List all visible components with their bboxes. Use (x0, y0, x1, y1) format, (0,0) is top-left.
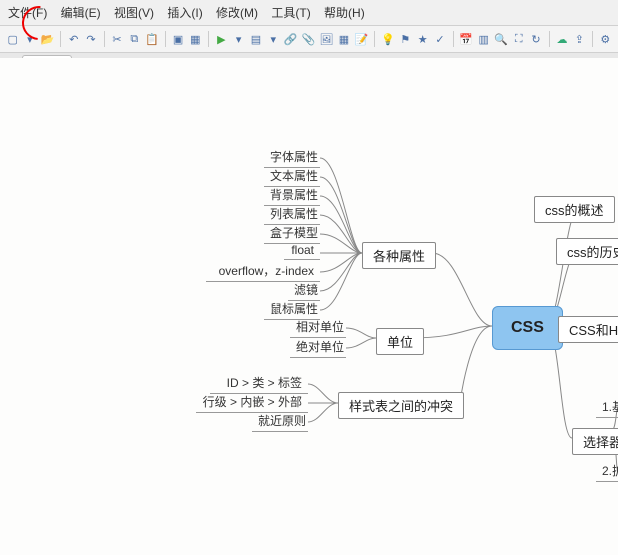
zoom-icon[interactable]: 🔍 (494, 30, 508, 48)
share-icon[interactable]: ⇪ (573, 30, 586, 48)
cut-icon[interactable]: ✂ (110, 30, 123, 48)
node-css-and-h[interactable]: CSS和H (558, 316, 618, 343)
separator (60, 31, 61, 47)
menu-edit[interactable]: 编辑(E) (61, 6, 101, 20)
calendar-icon[interactable]: 📅 (459, 30, 473, 48)
table-icon[interactable]: ▦ (337, 30, 350, 48)
node-conflict[interactable]: 样式表之间的冲突 (338, 392, 464, 419)
play-icon[interactable]: ▶ (215, 30, 228, 48)
separator (453, 31, 454, 47)
settings-icon[interactable]: ⚙ (599, 30, 612, 48)
mindmap-canvas[interactable]: CSS css的概述 css的历史 CSS和H 选择器 1.基本 2.扩展 各种… (0, 58, 618, 555)
paste-icon[interactable]: 📋 (145, 30, 159, 48)
separator (549, 31, 550, 47)
refresh-icon[interactable]: ↻ (529, 30, 542, 48)
separator (592, 31, 593, 47)
node-icon[interactable]: ▣ (171, 30, 184, 48)
node-selector[interactable]: 选择器 (572, 428, 618, 455)
separator (374, 31, 375, 47)
menu-modify[interactable]: 修改(M) (216, 6, 258, 20)
node-overview[interactable]: css的概述 (534, 196, 615, 223)
attach-icon[interactable]: 📎 (302, 30, 316, 48)
redo-icon[interactable]: ↷ (84, 30, 97, 48)
bulb-icon[interactable]: 💡 (381, 30, 395, 48)
open-icon[interactable]: 📂 (41, 30, 55, 48)
fit-icon[interactable]: ⛶ (512, 30, 525, 48)
new-file-icon[interactable]: ▢ (6, 30, 19, 48)
undo-icon[interactable]: ↶ (67, 30, 80, 48)
cloud-icon[interactable]: ☁ (555, 30, 568, 48)
menu-bar: 文件(F) 编辑(E) 视图(V) 插入(I) 修改(M) 工具(T) 帮助(H… (0, 0, 618, 26)
leaf-float[interactable]: float (284, 241, 320, 260)
flag-icon[interactable]: ⚑ (399, 30, 412, 48)
dropdown-icon[interactable]: ▾ (23, 30, 36, 48)
menu-tools[interactable]: 工具(T) (271, 6, 310, 20)
menu-help[interactable]: 帮助(H) (324, 6, 365, 20)
separator (104, 31, 105, 47)
node-attributes[interactable]: 各种属性 (362, 242, 436, 269)
layout-icon[interactable]: ▥ (477, 30, 490, 48)
dropdown-icon[interactable]: ▾ (267, 30, 280, 48)
grid-icon[interactable]: ▤ (249, 30, 262, 48)
leaf-selector-basic[interactable]: 1.基本 (596, 396, 618, 418)
separator (165, 31, 166, 47)
leaf-relative-unit[interactable]: 相对单位 (290, 316, 346, 338)
subnode-icon[interactable]: ▦ (189, 30, 202, 48)
image-icon[interactable]: 🖼 (319, 30, 333, 48)
dropdown-icon[interactable]: ▾ (232, 30, 245, 48)
menu-file[interactable]: 文件(F) (8, 6, 47, 20)
separator (208, 31, 209, 47)
star-icon[interactable]: ★ (416, 30, 429, 48)
toolbar: ▢ ▾ 📂 ↶ ↷ ✂ ⧉ 📋 ▣ ▦ ▶ ▾ ▤ ▾ 🔗 📎 🖼 ▦ 📝 💡 … (0, 26, 618, 53)
node-history[interactable]: css的历史 (556, 238, 618, 265)
menu-view[interactable]: 视图(V) (114, 6, 154, 20)
leaf-selector-ext[interactable]: 2.扩展 (596, 460, 618, 482)
link-icon[interactable]: 🔗 (284, 30, 298, 48)
node-center[interactable]: CSS (492, 306, 563, 350)
leaf-proximity[interactable]: 就近原则 (252, 410, 308, 432)
leaf-absolute-unit[interactable]: 绝对单位 (290, 336, 346, 358)
menu-insert[interactable]: 插入(I) (167, 6, 202, 20)
check-icon[interactable]: ✓ (433, 30, 446, 48)
node-unit[interactable]: 单位 (376, 328, 424, 355)
copy-icon[interactable]: ⧉ (128, 30, 141, 48)
note-icon[interactable]: 📝 (355, 30, 369, 48)
